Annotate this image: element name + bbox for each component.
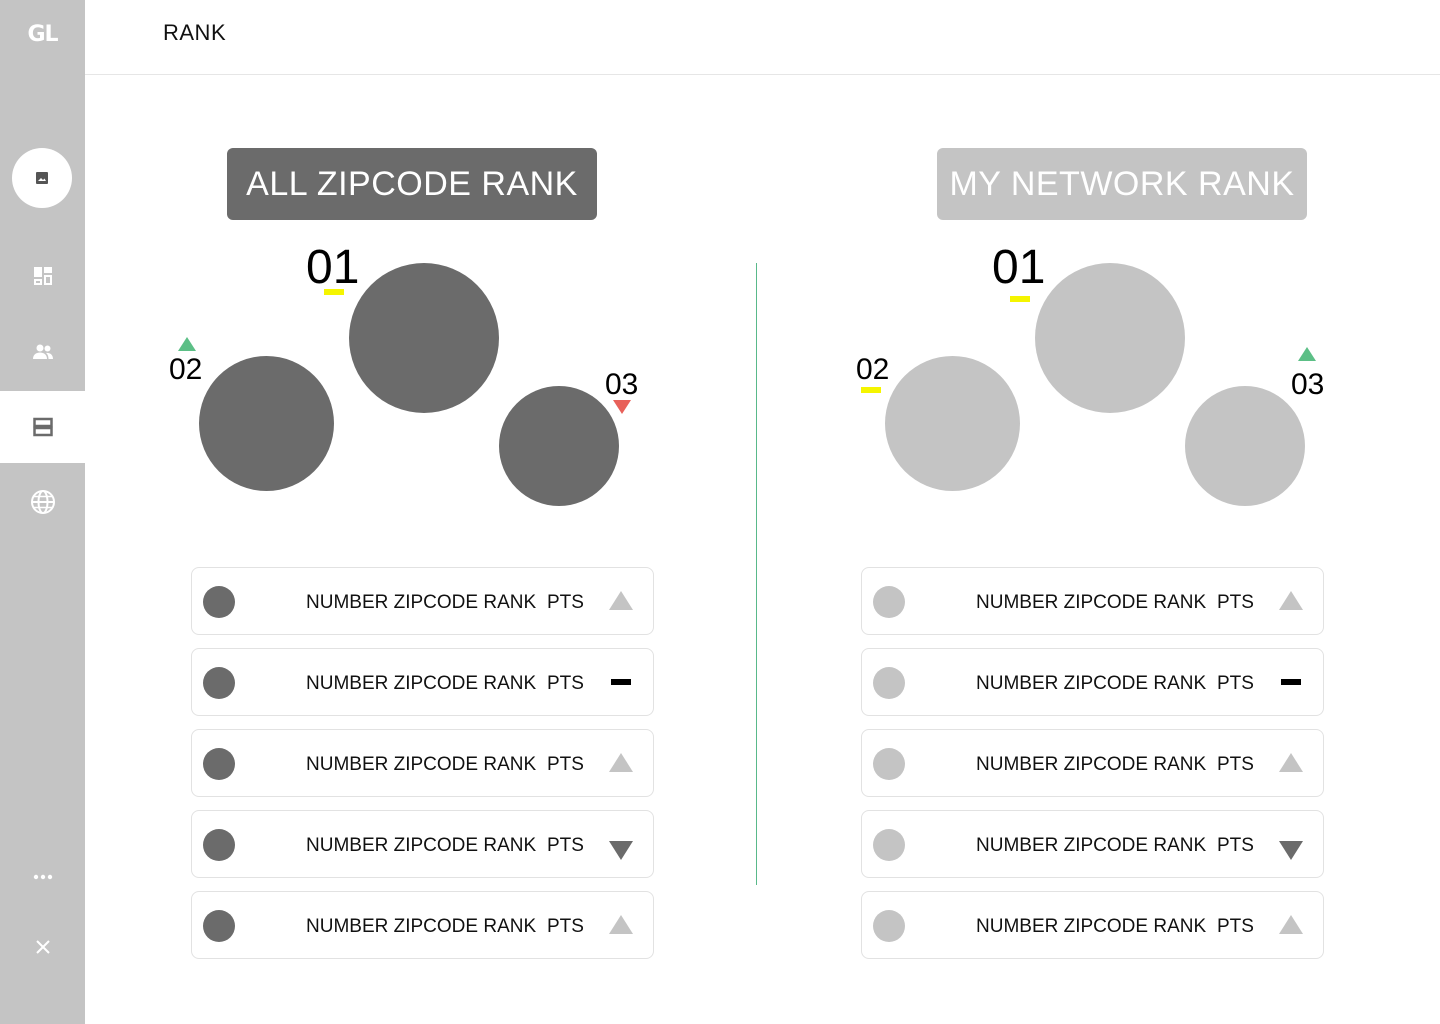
avatar[interactable]: [12, 148, 72, 208]
trend-up-icon: [178, 337, 196, 351]
podium-third-avatar[interactable]: [499, 386, 619, 506]
sidebar: GL: [0, 0, 85, 1024]
network-podium-first-rank: 01: [992, 241, 1046, 294]
more-button[interactable]: [0, 857, 85, 897]
podium-third-rank: 03: [605, 368, 639, 401]
list-icon: [32, 417, 53, 437]
trend-up-icon: [609, 915, 633, 934]
sidebar-item-people[interactable]: [0, 316, 85, 388]
trend-up-icon: [1279, 591, 1303, 610]
network-podium-first-avatar[interactable]: [1035, 263, 1185, 413]
list-item-pts: PTS: [1217, 592, 1254, 613]
list-item[interactable]: NUMBER ZIPCODE RANK PTS: [191, 810, 654, 878]
image-icon: [36, 172, 48, 184]
dashboard-icon: [33, 267, 52, 285]
same-trend-icon: [324, 289, 344, 295]
globe-icon: [30, 490, 55, 514]
list-item-label: NUMBER ZIPCODE RANK: [976, 754, 1207, 775]
trend-up-icon: [609, 591, 633, 610]
list-item-pts: PTS: [1217, 835, 1254, 856]
avatar: [203, 748, 235, 780]
trend-same-icon: [611, 679, 631, 685]
people-icon: [32, 344, 53, 359]
list-item-label: NUMBER ZIPCODE RANK: [306, 835, 537, 856]
more-icon: [33, 874, 52, 880]
my-network-rank-button[interactable]: MY NETWORK RANK: [937, 148, 1307, 220]
podium-second-avatar[interactable]: [199, 356, 334, 491]
network-podium-third-avatar[interactable]: [1185, 386, 1305, 506]
list-item-pts: PTS: [547, 592, 584, 613]
page-title: RANK: [163, 20, 227, 45]
trend-same-icon: [1281, 679, 1301, 685]
trend-up-icon: [1298, 347, 1316, 361]
podium-first-rank: 01: [306, 241, 360, 294]
list-item-pts: PTS: [1217, 916, 1254, 937]
list-item-pts: PTS: [547, 673, 584, 694]
avatar: [203, 586, 235, 618]
avatar: [203, 829, 235, 861]
sidebar-item-globe[interactable]: [0, 466, 85, 538]
network-podium-third-rank: 03: [1291, 368, 1325, 401]
avatar: [873, 748, 905, 780]
list-item[interactable]: NUMBER ZIPCODE RANK PTS: [191, 567, 654, 635]
network-podium-second-avatar[interactable]: [885, 356, 1020, 491]
list-item[interactable]: NUMBER ZIPCODE RANK PTS: [191, 729, 654, 797]
list-item-pts: PTS: [547, 835, 584, 856]
list-item-pts: PTS: [1217, 754, 1254, 775]
podium-first-avatar[interactable]: [349, 263, 499, 413]
avatar: [203, 667, 235, 699]
list-item-label: NUMBER ZIPCODE RANK: [976, 916, 1207, 937]
list-item-pts: PTS: [1217, 673, 1254, 694]
app-logo: GL: [27, 22, 58, 47]
sidebar-item-dashboard[interactable]: [0, 240, 85, 312]
list-item[interactable]: NUMBER ZIPCODE RANK PTS: [861, 567, 1324, 635]
list-item[interactable]: NUMBER ZIPCODE RANK PTS: [191, 648, 654, 716]
avatar: [873, 910, 905, 942]
list-item[interactable]: NUMBER ZIPCODE RANK PTS: [861, 648, 1324, 716]
list-item-pts: PTS: [547, 916, 584, 937]
avatar: [873, 667, 905, 699]
podium-second-rank: 02: [169, 353, 203, 386]
header: RANK: [85, 0, 1440, 75]
list-item[interactable]: NUMBER ZIPCODE RANK PTS: [861, 891, 1324, 959]
same-trend-icon: [1010, 296, 1030, 302]
list-item-pts: PTS: [547, 754, 584, 775]
all-zipcode-rank-button[interactable]: ALL ZIPCODE RANK: [227, 148, 597, 220]
same-trend-icon: [861, 387, 881, 393]
list-item-label: NUMBER ZIPCODE RANK: [306, 754, 537, 775]
list-item-label: NUMBER ZIPCODE RANK: [976, 592, 1207, 613]
list-item[interactable]: NUMBER ZIPCODE RANK PTS: [861, 810, 1324, 878]
trend-down-icon: [609, 841, 633, 860]
list-item-label: NUMBER ZIPCODE RANK: [976, 835, 1207, 856]
avatar: [873, 829, 905, 861]
trend-up-icon: [609, 753, 633, 772]
sidebar-item-rank[interactable]: [0, 391, 85, 463]
trend-down-icon: [613, 400, 631, 414]
avatar: [203, 910, 235, 942]
trend-up-icon: [1279, 753, 1303, 772]
panel-divider: [756, 263, 757, 885]
list-item-label: NUMBER ZIPCODE RANK: [976, 673, 1207, 694]
avatar: [873, 586, 905, 618]
trend-up-icon: [1279, 915, 1303, 934]
list-item-label: NUMBER ZIPCODE RANK: [306, 592, 537, 613]
list-item-label: NUMBER ZIPCODE RANK: [306, 916, 537, 937]
close-button[interactable]: [0, 927, 85, 967]
trend-down-icon: [1279, 841, 1303, 860]
list-item[interactable]: NUMBER ZIPCODE RANK PTS: [191, 891, 654, 959]
list-item[interactable]: NUMBER ZIPCODE RANK PTS: [861, 729, 1324, 797]
list-item-label: NUMBER ZIPCODE RANK: [306, 673, 537, 694]
network-podium-second-rank: 02: [856, 353, 890, 386]
close-icon: [35, 940, 50, 954]
